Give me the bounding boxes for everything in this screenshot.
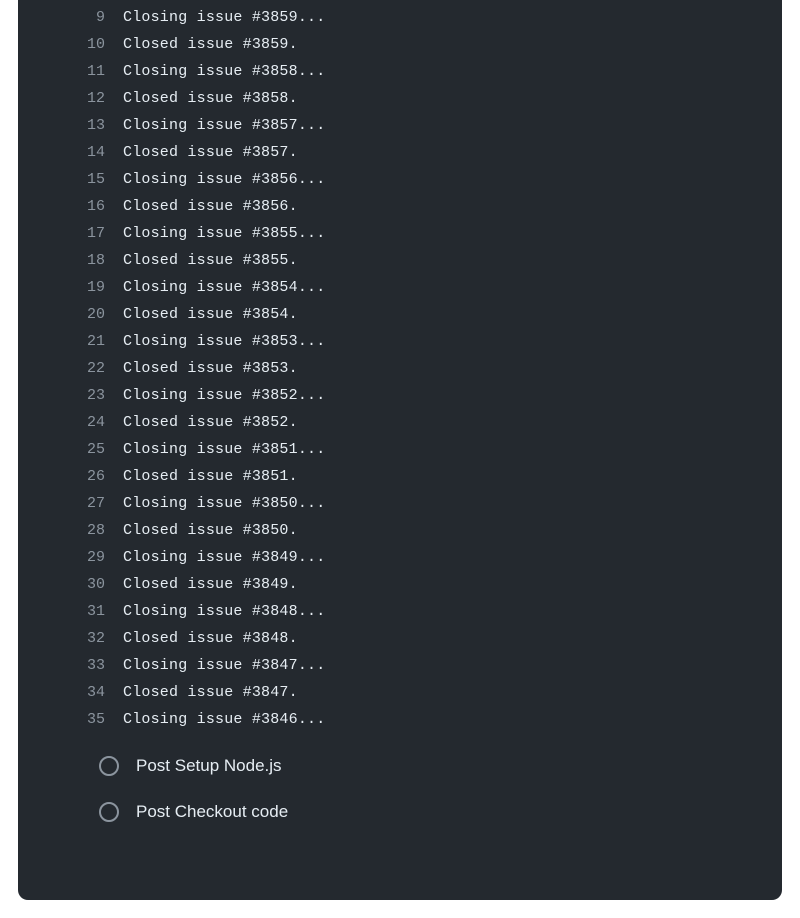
- log-line[interactable]: 10Closed issue #3859.: [18, 31, 782, 58]
- log-line[interactable]: 21Closing issue #3853...: [18, 328, 782, 355]
- line-text: Closing issue #3859...: [123, 4, 325, 31]
- line-text: Closed issue #3856.: [123, 193, 298, 220]
- line-text: Closed issue #3853.: [123, 355, 298, 382]
- line-number: 10: [18, 31, 123, 58]
- line-text: Closed issue #3850.: [123, 517, 298, 544]
- line-text: Closing issue #3848...: [123, 598, 325, 625]
- step-label: Post Checkout code: [136, 802, 288, 822]
- log-line[interactable]: 29Closing issue #3849...: [18, 544, 782, 571]
- log-line[interactable]: 17Closing issue #3855...: [18, 220, 782, 247]
- log-line[interactable]: 27Closing issue #3850...: [18, 490, 782, 517]
- log-line[interactable]: 13Closing issue #3857...: [18, 112, 782, 139]
- line-text: Closing issue #3858...: [123, 58, 325, 85]
- line-text: Closed issue #3854.: [123, 301, 298, 328]
- line-number: 25: [18, 436, 123, 463]
- line-number: 24: [18, 409, 123, 436]
- line-text: Closing issue #3846...: [123, 706, 325, 733]
- log-lines: 9Closing issue #3859...10Closed issue #3…: [18, 0, 782, 733]
- log-panel: 9Closing issue #3859...10Closed issue #3…: [18, 0, 782, 900]
- log-line[interactable]: 11Closing issue #3858...: [18, 58, 782, 85]
- line-text: Closing issue #3850...: [123, 490, 325, 517]
- log-line[interactable]: 28Closed issue #3850.: [18, 517, 782, 544]
- line-number: 13: [18, 112, 123, 139]
- line-number: 14: [18, 139, 123, 166]
- line-number: 31: [18, 598, 123, 625]
- line-text: Closed issue #3848.: [123, 625, 298, 652]
- line-text: Closing issue #3852...: [123, 382, 325, 409]
- log-line[interactable]: 15Closing issue #3856...: [18, 166, 782, 193]
- circle-outline-icon: [98, 755, 120, 777]
- line-number: 11: [18, 58, 123, 85]
- line-text: Closed issue #3855.: [123, 247, 298, 274]
- log-line[interactable]: 18Closed issue #3855.: [18, 247, 782, 274]
- log-line[interactable]: 14Closed issue #3857.: [18, 139, 782, 166]
- line-text: Closing issue #3856...: [123, 166, 325, 193]
- line-number: 16: [18, 193, 123, 220]
- line-number: 17: [18, 220, 123, 247]
- line-text: Closed issue #3849.: [123, 571, 298, 598]
- line-text: Closing issue #3854...: [123, 274, 325, 301]
- line-number: 15: [18, 166, 123, 193]
- line-number: 30: [18, 571, 123, 598]
- line-text: Closed issue #3851.: [123, 463, 298, 490]
- log-line[interactable]: 12Closed issue #3858.: [18, 85, 782, 112]
- line-number: 21: [18, 328, 123, 355]
- line-number: 35: [18, 706, 123, 733]
- circle-outline-icon: [98, 801, 120, 823]
- log-line[interactable]: 20Closed issue #3854.: [18, 301, 782, 328]
- log-line[interactable]: 32Closed issue #3848.: [18, 625, 782, 652]
- line-number: 32: [18, 625, 123, 652]
- log-line[interactable]: 19Closing issue #3854...: [18, 274, 782, 301]
- line-number: 18: [18, 247, 123, 274]
- line-number: 28: [18, 517, 123, 544]
- log-line[interactable]: 35Closing issue #3846...: [18, 706, 782, 733]
- step-list: Post Setup Node.js Post Checkout code: [18, 733, 782, 823]
- line-text: Closed issue #3852.: [123, 409, 298, 436]
- line-text: Closed issue #3858.: [123, 85, 298, 112]
- log-line[interactable]: 26Closed issue #3851.: [18, 463, 782, 490]
- line-number: 26: [18, 463, 123, 490]
- workflow-step[interactable]: Post Setup Node.js: [98, 755, 782, 777]
- step-label: Post Setup Node.js: [136, 756, 282, 776]
- line-number: 20: [18, 301, 123, 328]
- line-number: 9: [18, 4, 123, 31]
- line-text: Closing issue #3847...: [123, 652, 325, 679]
- log-line[interactable]: 24Closed issue #3852.: [18, 409, 782, 436]
- log-line[interactable]: 9Closing issue #3859...: [18, 4, 782, 31]
- line-number: 19: [18, 274, 123, 301]
- log-line[interactable]: 22Closed issue #3853.: [18, 355, 782, 382]
- line-number: 27: [18, 490, 123, 517]
- log-line[interactable]: 25Closing issue #3851...: [18, 436, 782, 463]
- line-text: Closing issue #3855...: [123, 220, 325, 247]
- line-text: Closed issue #3857.: [123, 139, 298, 166]
- line-number: 23: [18, 382, 123, 409]
- line-text: Closed issue #3859.: [123, 31, 298, 58]
- line-text: Closed issue #3847.: [123, 679, 298, 706]
- line-number: 12: [18, 85, 123, 112]
- workflow-step[interactable]: Post Checkout code: [98, 801, 782, 823]
- line-text: Closing issue #3857...: [123, 112, 325, 139]
- line-number: 29: [18, 544, 123, 571]
- line-number: 22: [18, 355, 123, 382]
- line-text: Closing issue #3851...: [123, 436, 325, 463]
- log-line[interactable]: 34Closed issue #3847.: [18, 679, 782, 706]
- line-number: 33: [18, 652, 123, 679]
- page-container: 9Closing issue #3859...10Closed issue #3…: [0, 0, 800, 918]
- line-number: 34: [18, 679, 123, 706]
- log-line[interactable]: 23Closing issue #3852...: [18, 382, 782, 409]
- log-line[interactable]: 30Closed issue #3849.: [18, 571, 782, 598]
- log-line[interactable]: 16Closed issue #3856.: [18, 193, 782, 220]
- log-line[interactable]: 31Closing issue #3848...: [18, 598, 782, 625]
- line-text: Closing issue #3849...: [123, 544, 325, 571]
- log-line[interactable]: 33Closing issue #3847...: [18, 652, 782, 679]
- line-text: Closing issue #3853...: [123, 328, 325, 355]
